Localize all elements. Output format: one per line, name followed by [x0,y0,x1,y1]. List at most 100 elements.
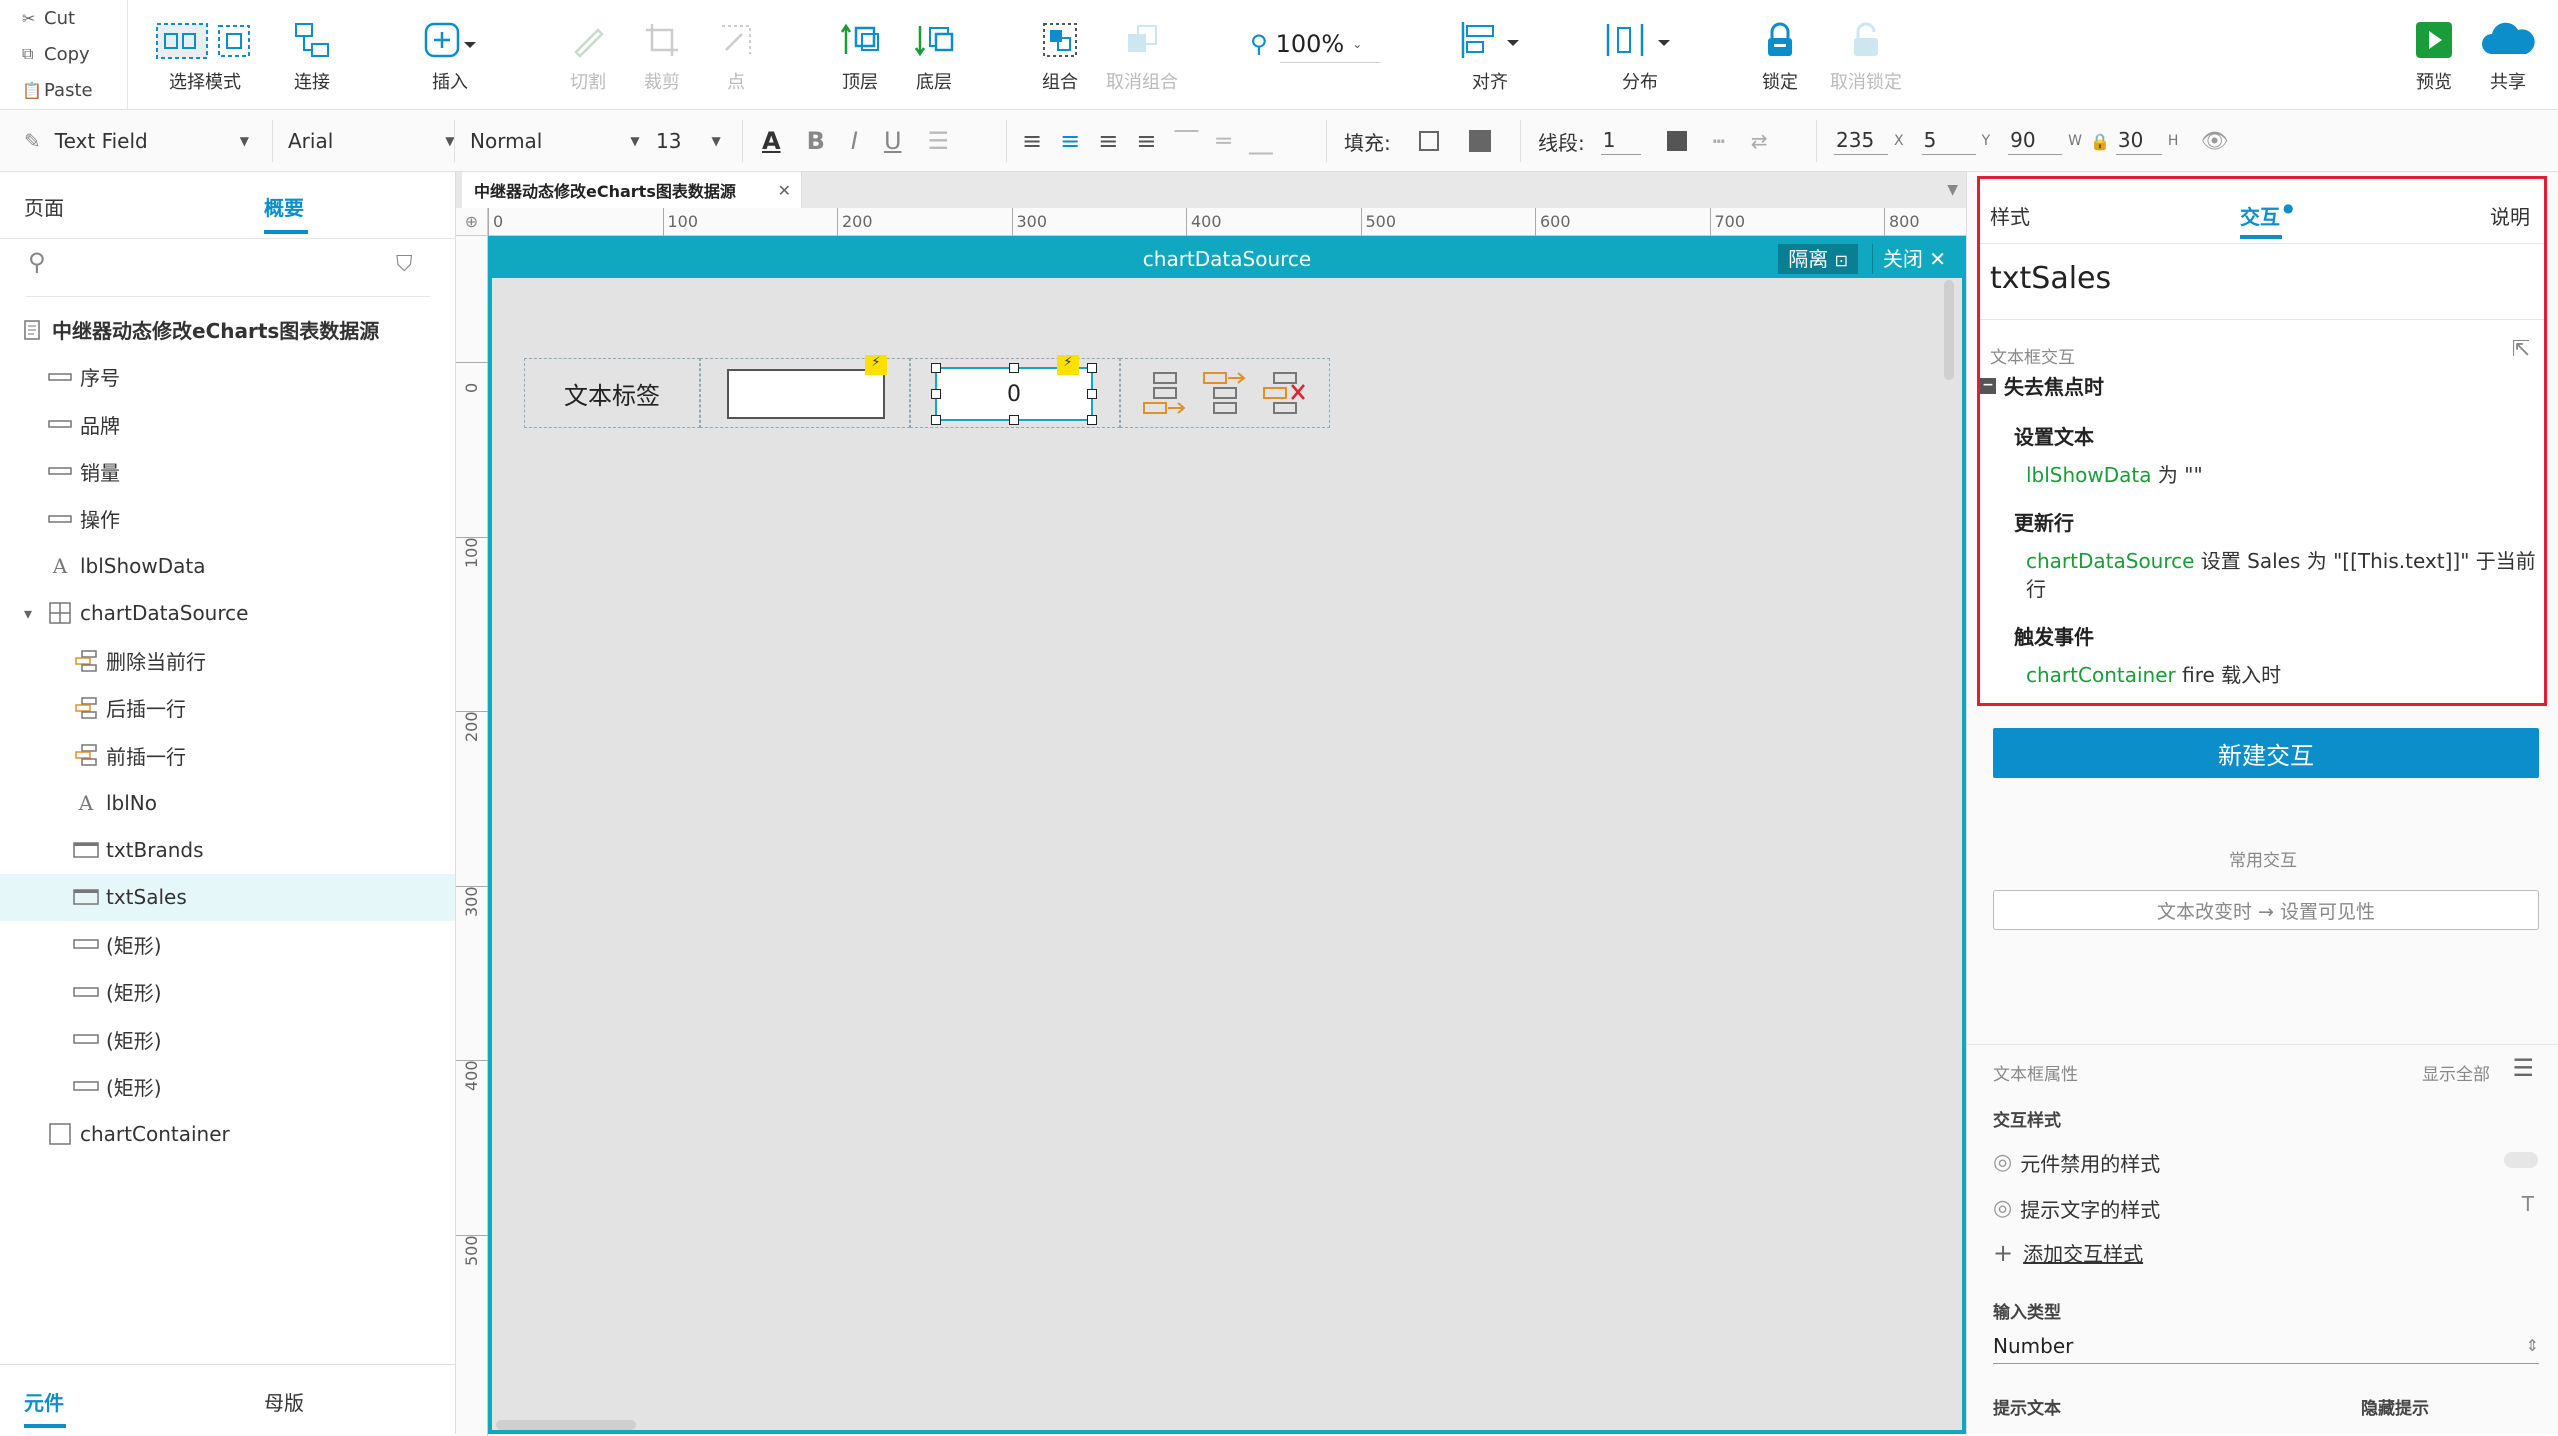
disabled-toggle[interactable] [2504,1152,2538,1168]
doc-tab[interactable]: 中继器动态修改eCharts图表数据源 ✕ [462,172,802,208]
tree-item[interactable]: (矩形) [0,921,455,968]
fill-color-swatch[interactable] [1418,131,1439,151]
w-field[interactable]: 90 [2008,128,2063,155]
ruler-origin-icon[interactable]: ⊕ [456,208,488,236]
disabled-style-row[interactable]: ◎ 元件禁用的样式 [1993,1148,2160,1177]
horizontal-scrollbar[interactable] [496,1420,636,1430]
tree-item[interactable]: (矩形) [0,1016,455,1063]
underline-icon[interactable]: U [884,127,902,155]
show-all-link[interactable]: 显示全部 [2422,1060,2490,1085]
bullet-list-icon[interactable]: ☰ [928,127,950,155]
selection-handle[interactable] [1009,363,1019,373]
action-detail[interactable]: chartContainer fire 载入时 [2026,659,2281,688]
text-style-icon[interactable]: T [2522,1192,2534,1216]
align-left-text-icon[interactable]: ≡ [1022,127,1042,155]
stroke-width-field[interactable]: 1 [1600,128,1641,155]
insert-before-hotspot[interactable] [1262,369,1308,417]
selection-handle[interactable] [931,363,941,373]
tab-outline[interactable]: 概要 [264,192,304,221]
txt-sales-field[interactable]: 0 [935,367,1093,421]
distribute-button[interactable]: 分布 [1590,16,1690,96]
ungroup-button[interactable]: 取消组合 [1092,16,1192,96]
action-title[interactable]: 更新行 [2014,507,2074,536]
y-field[interactable]: 5 [1921,128,1976,155]
action-title[interactable]: 设置文本 [2014,421,2094,450]
tree-item[interactable]: 序号 [0,353,455,400]
bold-icon[interactable]: B [807,127,825,155]
arrow-style-icon[interactable]: ⇄ [1751,129,1768,153]
select-mode-button[interactable]: 选择模式 [155,16,255,96]
tab-style[interactable]: 样式 [1990,201,2030,230]
action-title[interactable]: 触发事件 [2014,621,2094,650]
insert-after-hotspot[interactable] [1202,369,1248,417]
insert-button[interactable]: 插入 [400,16,500,96]
tree-item[interactable]: chartContainer [0,1110,455,1157]
close-repeater-button[interactable]: 关闭 ✕ [1871,244,1956,274]
hint-style-row[interactable]: ◎ 提示文字的样式 [1993,1194,2160,1223]
selection-handle[interactable] [1087,389,1097,399]
font-size-select[interactable]: 13 ▼ [656,110,721,172]
visibility-eye-icon[interactable]: 👁 [2200,129,2228,154]
send-back-button[interactable]: 底层 [884,16,984,96]
valign-top-icon[interactable]: ⎺ [1174,127,1198,155]
tree-item[interactable]: 操作 [0,495,455,542]
filter-icon[interactable]: ⛉ [396,252,413,277]
align-button[interactable]: 对齐 [1440,16,1540,96]
isolate-button[interactable]: 隔离 ⊡ [1778,244,1858,274]
tree-item[interactable]: (矩形) [0,1063,455,1110]
tree-item[interactable]: ▾ chartDataSource [0,590,455,637]
search-icon[interactable]: ⚲ [28,248,46,276]
aspect-lock-icon[interactable]: 🔒 [2090,132,2110,151]
action-detail[interactable]: lblShowData 为 "" [2026,459,2203,488]
close-tab-icon[interactable]: ✕ [778,181,791,200]
stroke-pattern-icon[interactable]: ┅ [1713,129,1725,153]
collapse-icon[interactable]: − [1980,377,1996,394]
tree-item[interactable]: AlblNo [0,779,455,826]
font-family-select[interactable]: Arial ▼ [288,110,455,172]
copy-button[interactable]: ⧉ Copy [22,39,90,69]
selection-handle[interactable] [931,389,941,399]
font-color-icon[interactable]: A [762,127,781,155]
stroke-color-swatch[interactable] [1666,131,1687,151]
tree-item[interactable]: 后插一行 [0,684,455,731]
tree-item[interactable]: 删除当前行 [0,637,455,684]
input-type-select[interactable]: Number ⇕ [1993,1328,2539,1364]
vertical-scrollbar[interactable] [1944,280,1954,380]
tree-item[interactable]: 前插一行 [0,732,455,779]
expand-toggle-icon[interactable]: ▾ [24,604,32,623]
valign-bottom-icon[interactable]: ⎽ [1249,127,1273,155]
align-right-text-icon[interactable]: ≡ [1098,127,1118,155]
tab-widgets[interactable]: 元件 [24,1387,64,1416]
txt-brands-field[interactable] [727,369,885,419]
widget-name[interactable]: txtSales [1990,261,2111,296]
align-center-text-icon[interactable]: ≡ [1060,127,1080,155]
tree-item[interactable]: AlblShowData [0,543,455,590]
tree-item[interactable]: txtBrands [0,826,455,873]
new-interaction-button[interactable]: 新建交互 [1993,728,2539,778]
tree-item[interactable]: (矩形) [0,968,455,1015]
tree-item[interactable]: 品牌 [0,401,455,448]
unlock-button[interactable]: 取消锁定 [1816,16,1916,96]
h-field[interactable]: 30 [2115,128,2162,155]
x-field[interactable]: 235 [1834,128,1888,155]
tab-overflow-icon[interactable]: ▼ [1947,182,1958,198]
share-button[interactable]: 共享 [2458,16,2558,96]
lock-button[interactable]: 锁定 [1730,16,1830,96]
add-style-link[interactable]: + 添加交互样式 [1993,1238,2143,1267]
action-detail[interactable]: chartDataSource 设置 Sales 为 "[[This.text]… [2026,545,2536,574]
cut-button[interactable]: ✂ Cut [22,3,75,33]
widget-type-select[interactable]: ✎ Text Field ▼ [24,110,249,172]
tab-notes[interactable]: 说明 [2490,201,2530,230]
common-interaction-item[interactable]: 文本改变时 → 设置可见性 [1993,890,2539,930]
selection-handle[interactable] [931,415,941,425]
tab-pages[interactable]: 页面 [24,192,64,221]
menu-icon[interactable]: ☰ [2512,1054,2534,1082]
selection-handle[interactable] [1087,363,1097,373]
zoom-control[interactable]: ⚲ 100% ⌄ [1250,30,1362,58]
event-lost-focus[interactable]: − 失去焦点时 [1980,371,2104,400]
italic-icon[interactable]: I [851,127,858,155]
selection-handle[interactable] [1087,415,1097,425]
tab-interaction[interactable]: 交互 ● [2240,201,2293,230]
organize-actions-icon[interactable]: ⇱ [2512,337,2530,362]
tree-item[interactable]: 销量 [0,448,455,495]
